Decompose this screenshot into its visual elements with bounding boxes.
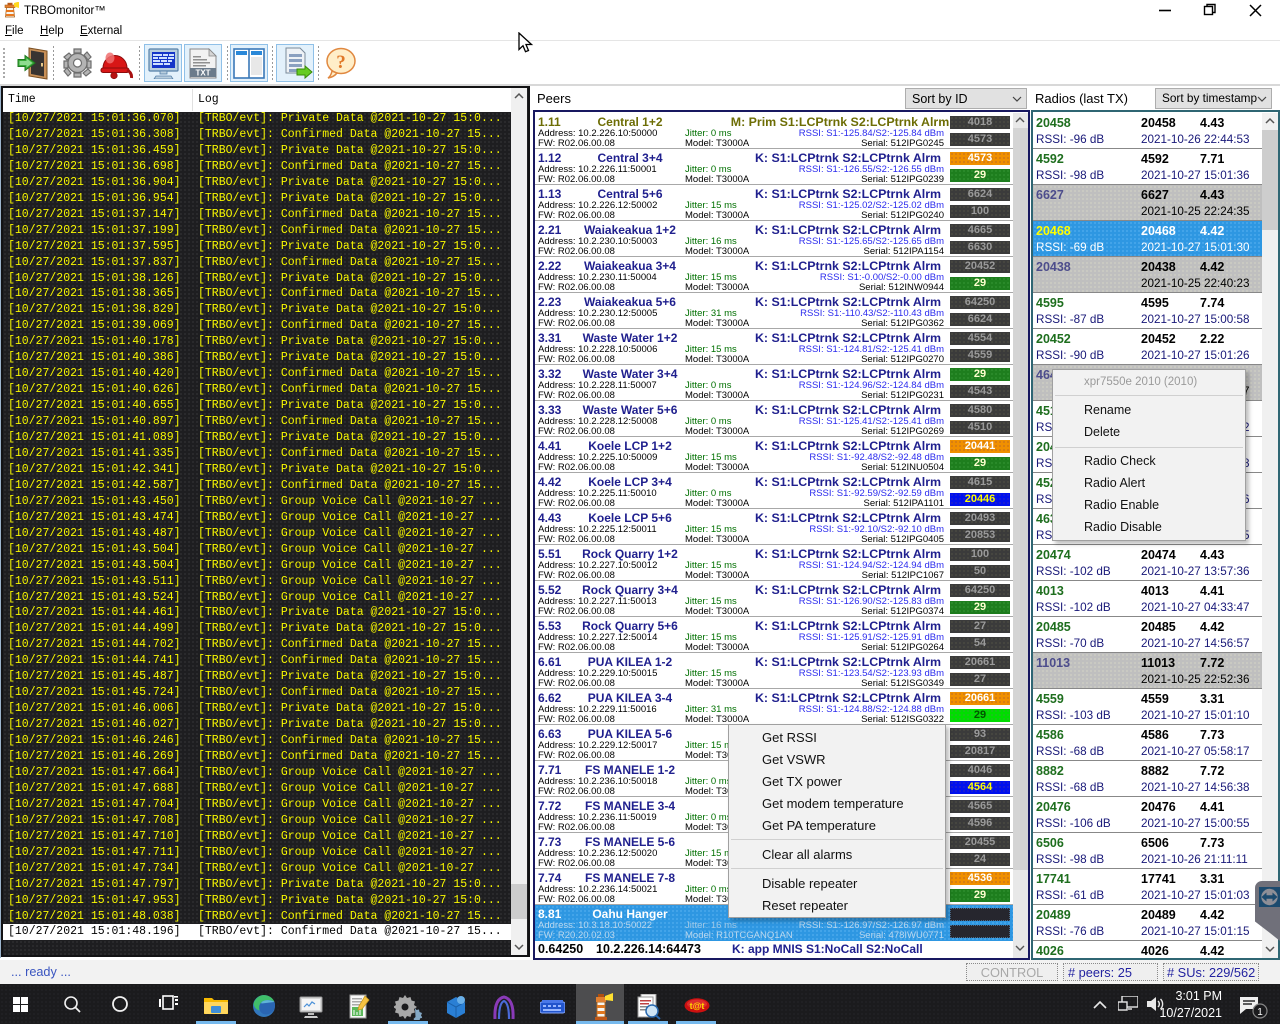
svg-text:?: ? [336,52,346,73]
svg-text:t@t: t@t [690,1001,705,1011]
svg-text:1: 1 [1257,1007,1263,1018]
svg-text:TXT: TXT [195,69,210,78]
